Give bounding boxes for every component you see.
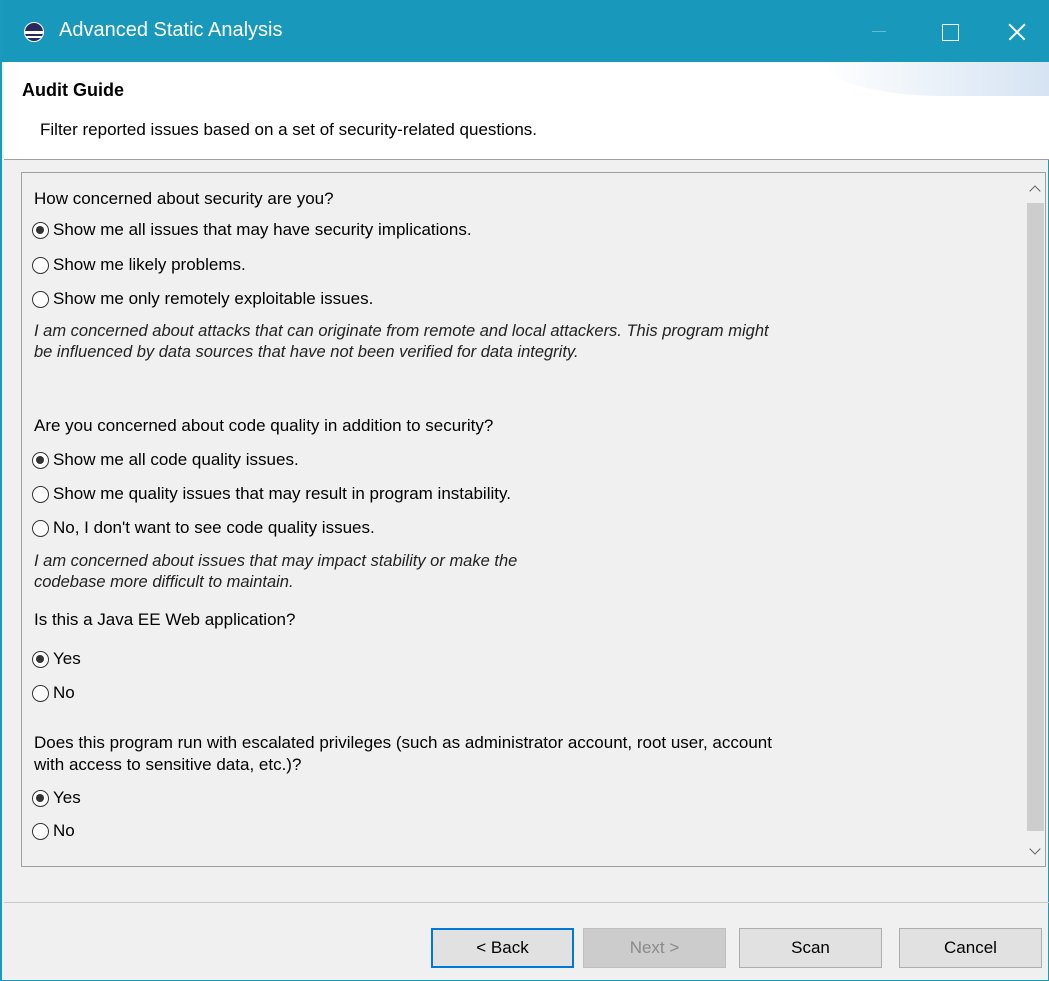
close-button[interactable]: [984, 0, 1049, 62]
questions-panel: How concerned about security are you? Sh…: [21, 172, 1046, 867]
page-title: Audit Guide: [22, 80, 124, 100]
wizard-header: Audit Guide Filter reported issues based…: [4, 62, 1049, 159]
radio-button[interactable]: [32, 684, 49, 702]
window-title: Advanced Static Analysis: [59, 19, 283, 41]
scroll-thumb[interactable]: [1027, 203, 1044, 831]
radio-button[interactable]: [32, 822, 49, 840]
back-button[interactable]: < Back: [431, 928, 574, 968]
radio-button-selected[interactable]: [32, 650, 49, 668]
radio-button[interactable]: [32, 256, 49, 274]
footer-divider: [4, 902, 1049, 903]
radio-button-selected[interactable]: [32, 789, 49, 807]
radio-label[interactable]: No: [53, 683, 75, 703]
radio-option[interactable]: Show me likely problems.: [32, 252, 246, 278]
option-description: I am concerned about issues that may imp…: [34, 552, 518, 591]
header-divider: [4, 159, 1049, 160]
scroll-up-arrow-icon[interactable]: [1026, 173, 1045, 201]
radio-label[interactable]: Yes: [53, 788, 81, 808]
radio-button[interactable]: [32, 290, 49, 308]
dialog-window: Advanced Static Analysis Audit Guide Fil…: [0, 0, 1049, 981]
page-description: Filter reported issues based on a set of…: [40, 120, 538, 139]
scroll-down-arrow-icon[interactable]: [1026, 838, 1045, 866]
radio-option[interactable]: Yes: [32, 646, 81, 672]
question-java-ee: Is this a Java EE Web application?: [34, 610, 296, 629]
option-description: I am concerned about attacks that can or…: [34, 322, 769, 361]
radio-label[interactable]: Yes: [53, 649, 81, 669]
next-button[interactable]: Next >: [583, 928, 726, 968]
radio-option[interactable]: Show me quality issues that may result i…: [32, 481, 511, 507]
eclipse-app-icon: [24, 22, 44, 42]
radio-label[interactable]: Show me only remotely exploitable issues…: [53, 289, 373, 309]
radio-option[interactable]: Show me all issues that may have securit…: [32, 217, 472, 243]
radio-option[interactable]: No, I don't want to see code quality iss…: [32, 515, 375, 541]
question-code-quality: Are you concerned about code quality in …: [34, 416, 494, 435]
question-escalated-privileges: Does this program run with escalated pri…: [34, 733, 772, 774]
header-banner-graphic: [824, 62, 1049, 96]
minimize-button[interactable]: [844, 0, 914, 62]
cancel-button[interactable]: Cancel: [899, 928, 1042, 968]
radio-option[interactable]: Show me all code quality issues.: [32, 447, 299, 473]
radio-button[interactable]: [32, 519, 49, 537]
radio-label[interactable]: No, I don't want to see code quality iss…: [53, 518, 375, 538]
radio-button-selected[interactable]: [32, 221, 49, 239]
maximize-button[interactable]: [914, 0, 984, 62]
radio-label[interactable]: Show me all code quality issues.: [53, 450, 299, 470]
radio-option[interactable]: No: [32, 818, 75, 844]
radio-option[interactable]: Yes: [32, 785, 81, 811]
radio-label[interactable]: No: [53, 821, 75, 841]
title-bar[interactable]: Advanced Static Analysis: [2, 0, 1049, 62]
radio-option[interactable]: Show me only remotely exploitable issues…: [32, 286, 373, 312]
radio-button[interactable]: [32, 485, 49, 503]
radio-label[interactable]: Show me quality issues that may result i…: [53, 484, 511, 504]
questions-scroll-area: How concerned about security are you? Sh…: [22, 173, 1022, 866]
vertical-scrollbar[interactable]: [1026, 173, 1045, 866]
question-security-concern: How concerned about security are you?: [34, 189, 334, 208]
radio-label[interactable]: Show me all issues that may have securit…: [53, 220, 472, 240]
radio-option[interactable]: No: [32, 680, 75, 706]
radio-button-selected[interactable]: [32, 451, 49, 469]
scan-button[interactable]: Scan: [739, 928, 882, 968]
radio-label[interactable]: Show me likely problems.: [53, 255, 246, 275]
